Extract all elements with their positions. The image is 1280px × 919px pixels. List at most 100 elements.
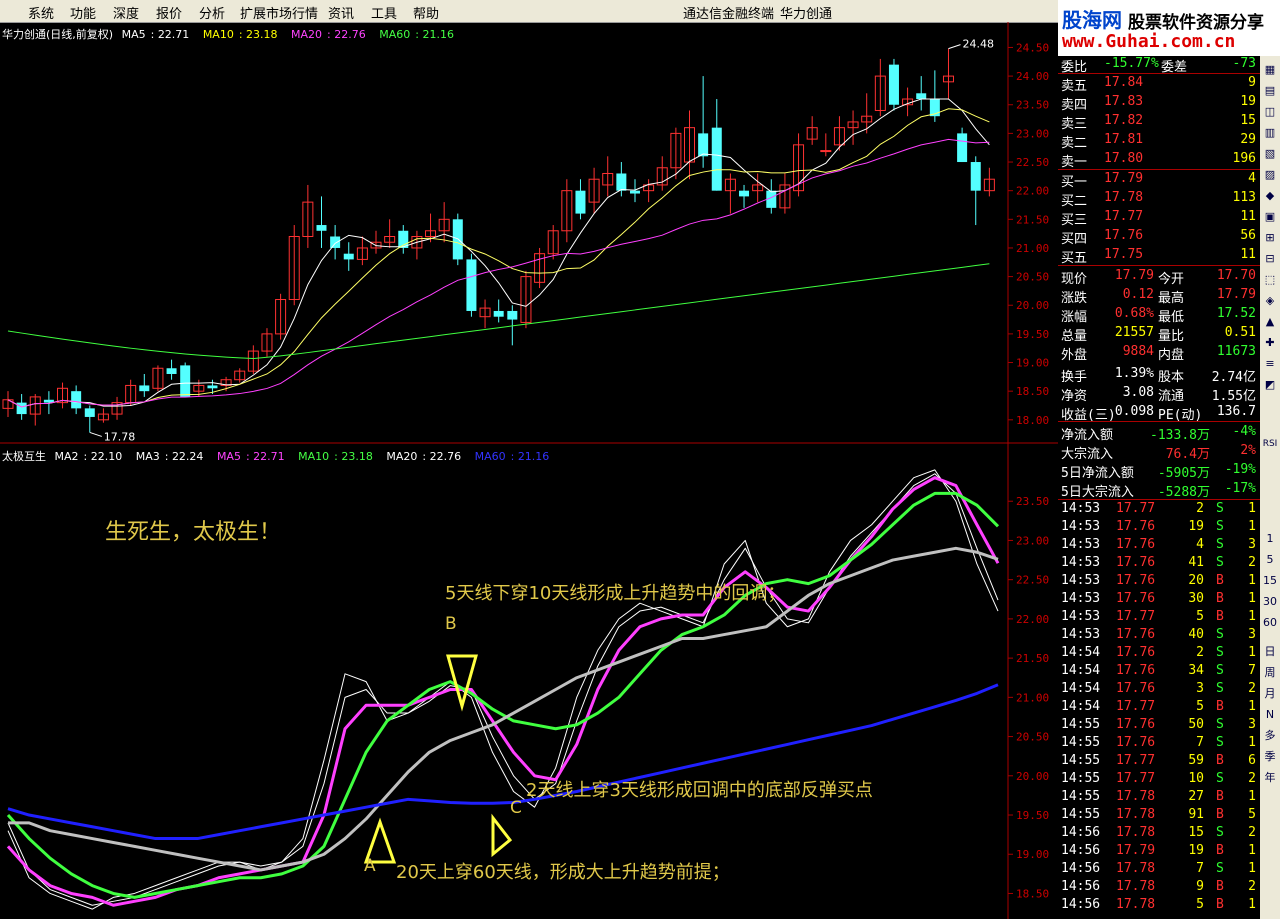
toolbar-icon[interactable]: ▣ — [1262, 209, 1278, 225]
stat-row: 涨跌 0.12 最高 17.79 — [1058, 286, 1260, 306]
rsi-button[interactable]: RSI — [1262, 436, 1278, 452]
divider — [1058, 265, 1260, 266]
stat-value: 0.68% — [1114, 306, 1154, 321]
period-button[interactable]: 日 — [1262, 644, 1278, 660]
window-title: 通达信金融终端 — [683, 7, 775, 22]
tick-count: 1 — [1248, 843, 1256, 858]
period-button[interactable]: 年 — [1262, 770, 1278, 786]
minute-period-button[interactable]: 1 — [1262, 531, 1278, 547]
y-tick-label: 19.00 — [1016, 848, 1049, 861]
toolbar-icon[interactable]: ▨ — [1262, 167, 1278, 183]
tick-price: 17.77 — [1116, 771, 1156, 786]
tick-volume: 27 — [1188, 789, 1204, 804]
legend2-ma20: MA20: 22.76 — [386, 450, 462, 463]
tick-price: 17.78 — [1116, 825, 1156, 840]
minute-period-button[interactable]: 60 — [1262, 615, 1278, 631]
toolbar-icon[interactable]: ⊟ — [1262, 251, 1278, 267]
y-tick-label: 23.50 — [1016, 495, 1049, 508]
y-tick-label: 19.50 — [1016, 328, 1049, 341]
period-button[interactable]: N — [1262, 707, 1278, 723]
flow-label: 大宗流入 — [1061, 447, 1114, 462]
menu-item-system[interactable]: 系统 — [28, 3, 54, 22]
menu-item-ext-market[interactable]: 扩展市场行情 — [240, 3, 318, 22]
toolbar-icon[interactable]: ▤ — [1262, 83, 1278, 99]
legend2-ma10: MA10: 23.18 — [298, 450, 373, 463]
ma5-line — [7, 98, 990, 408]
stat-row: 涨幅 0.68% 最低 17.52 — [1058, 305, 1260, 325]
legend2-ma3-value: 22.24 — [171, 450, 204, 463]
toolbar-icon[interactable]: ▦ — [1262, 62, 1278, 78]
tick-count: 2 — [1248, 825, 1256, 840]
tick-time: 14:55 — [1061, 771, 1101, 786]
flow-row: 5日净流入额 -5905万 -19% — [1058, 461, 1260, 481]
flow-value: -5905万 — [1157, 466, 1210, 481]
tick-count: 2 — [1248, 681, 1256, 696]
sell-price: 17.80 — [1104, 151, 1144, 166]
tick-side: B — [1216, 843, 1224, 858]
menu-item-depth[interactable]: 深度 — [113, 3, 139, 22]
tick-side: B — [1216, 879, 1224, 894]
series-ma10-line — [6, 491, 1000, 899]
sell-volume: 9 — [1248, 75, 1256, 90]
toolbar-icon[interactable]: ✚ — [1262, 335, 1278, 351]
tick-price: 17.76 — [1116, 645, 1156, 660]
toolbar-icon[interactable]: ◆ — [1262, 188, 1278, 204]
tick-row: 14:56 17.79 19 B 1 — [1058, 842, 1260, 860]
toolbar-icon[interactable]: ◈ — [1262, 293, 1278, 309]
candle-body — [207, 385, 218, 389]
toolbar-icon[interactable]: ⬚ — [1262, 272, 1278, 288]
menu-item-tools[interactable]: 工具 — [371, 3, 397, 22]
taiji-title: 太极互生 — [2, 450, 46, 463]
menu-item-help[interactable]: 帮助 — [413, 3, 439, 22]
toolbar-icon[interactable]: ▥ — [1262, 125, 1278, 141]
tick-volume: 20 — [1188, 573, 1204, 588]
period-button[interactable]: 季 — [1262, 749, 1278, 765]
menu-item-quote[interactable]: 报价 — [156, 3, 182, 22]
tick-side: S — [1216, 537, 1224, 552]
period-button[interactable]: 周 — [1262, 665, 1278, 681]
tick-volume: 50 — [1188, 717, 1204, 732]
candle-body — [493, 310, 504, 317]
sell-level-label: 卖四 — [1061, 98, 1088, 113]
tick-volume: 7 — [1196, 861, 1204, 876]
toolbar-icon[interactable]: ⊞ — [1262, 230, 1278, 246]
candle-body — [575, 190, 586, 214]
candle-body — [507, 310, 518, 320]
flow-value: -5288万 — [1157, 485, 1210, 500]
menu-item-analysis[interactable]: 分析 — [199, 3, 225, 22]
stat-label: 内盘 — [1158, 348, 1185, 363]
tick-side: S — [1216, 501, 1224, 516]
sell-level-label: 卖三 — [1061, 117, 1088, 132]
tick-volume: 10 — [1188, 771, 1204, 786]
minute-period-button[interactable]: 30 — [1262, 594, 1278, 610]
legend2-ma60: MA60: 21.16 — [474, 450, 550, 463]
candle-body — [180, 365, 191, 397]
tick-row: 14:53 17.76 40 S 3 — [1058, 626, 1260, 644]
toolbar-icon[interactable]: ▧ — [1262, 146, 1278, 162]
tick-time: 14:54 — [1061, 663, 1101, 678]
tick-price: 17.77 — [1116, 609, 1156, 624]
menu-item-function[interactable]: 功能 — [70, 3, 96, 22]
toolbar-icon[interactable]: ≡ — [1262, 356, 1278, 372]
tick-count: 1 — [1248, 861, 1256, 876]
buy-volume: 11 — [1240, 247, 1256, 262]
toolbar-icon[interactable]: ▲ — [1262, 314, 1278, 330]
toolbar-icon[interactable]: ◩ — [1262, 377, 1278, 393]
toolbar-icon[interactable]: ◫ — [1262, 104, 1278, 120]
tick-count: 1 — [1248, 735, 1256, 750]
menu-item-info[interactable]: 资讯 — [328, 3, 354, 22]
tick-side: S — [1216, 825, 1224, 840]
legend-ma60-name: MA60 — [379, 28, 411, 41]
tick-row: 14:53 17.76 30 B 1 — [1058, 590, 1260, 608]
legend-ma5-value: 22.71 — [157, 28, 190, 41]
tick-time: 14:53 — [1061, 609, 1101, 624]
buy-price: 17.79 — [1104, 171, 1144, 186]
minute-period-button[interactable]: 5 — [1262, 552, 1278, 568]
y-tick-label: 18.50 — [1016, 887, 1049, 900]
legend-ma20-value: 22.76 — [334, 28, 366, 41]
stat-label: 涨幅 — [1061, 310, 1088, 325]
minute-period-button[interactable]: 15 — [1262, 573, 1278, 589]
period-button[interactable]: 多 — [1262, 728, 1278, 744]
period-button[interactable]: 月 — [1262, 686, 1278, 702]
stat-value: 0.51 — [1224, 325, 1256, 340]
